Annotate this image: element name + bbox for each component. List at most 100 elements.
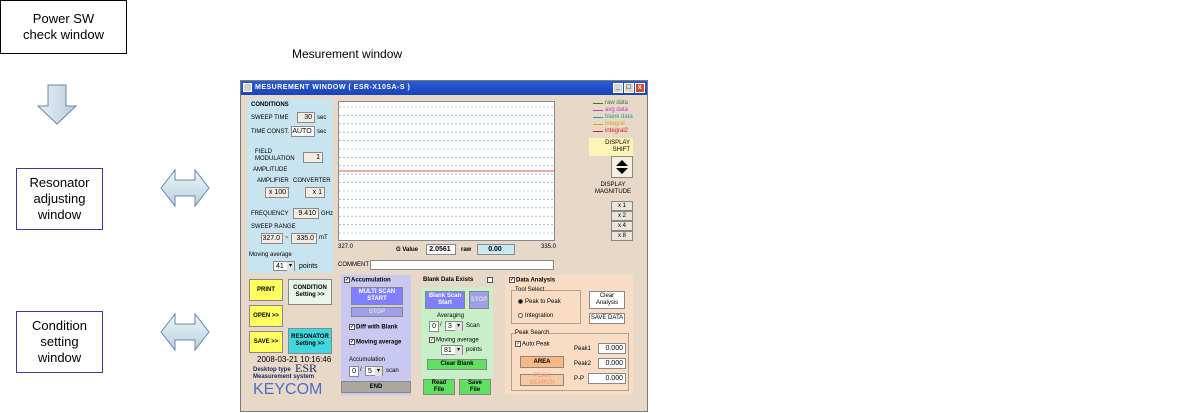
- blank-moving-average-dropdown[interactable]: 81: [441, 345, 463, 355]
- condition-setting-window-box: Condition setting window: [16, 311, 103, 373]
- data-analysis-heading: Data Analysis: [516, 277, 556, 284]
- sweep-range-to-field[interactable]: 335.0: [291, 233, 317, 244]
- legend-swatch: [593, 117, 603, 118]
- brand-line2: Measurement system: [253, 374, 315, 380]
- sweep-range-label: SWEEP RANGE: [251, 224, 296, 230]
- blank-inner-panel: Blank Scan Start STOP Averaging 0 / 3 Sc…: [421, 287, 493, 379]
- accum-moving-average-checkbox[interactable]: ✓ Moving average: [349, 339, 401, 347]
- sweep-time-field[interactable]: 30: [297, 112, 315, 123]
- field-mod-label: FIELD MODULATION: [255, 149, 295, 162]
- display-magnitude-label: DISPLAY MAGNITUDE: [595, 182, 631, 195]
- frequency-label: FREQUENCY: [251, 211, 289, 217]
- updown-arrow-icon: [616, 160, 628, 174]
- auto-peak-label: Auto Peak: [522, 341, 550, 348]
- peak-search-label: Peak Search: [515, 330, 550, 337]
- double-arrow-condition-icon: [160, 312, 210, 352]
- accumulation-stop-button[interactable]: STOP: [351, 307, 403, 317]
- blank-data-heading: Blank Data Exists: [423, 277, 474, 283]
- diff-with-blank-label: Diff with Blank: [356, 324, 398, 331]
- resonator-adjusting-window-box: Resonator adjusting window: [16, 168, 103, 230]
- peak-search-button[interactable]: PEAK SEARCH: [520, 373, 564, 386]
- blank-moving-average-checkbox[interactable]: ✓ Moving average: [429, 337, 479, 345]
- sweep-time-label: SWEEP TIME: [251, 115, 289, 121]
- amplitude-label: AMPLITUDE: [253, 167, 288, 173]
- peak2-label: Peak2: [574, 361, 592, 367]
- legend-swatch: [593, 103, 603, 104]
- integration-radio[interactable]: Integration: [518, 313, 553, 320]
- blank-stop-button[interactable]: STOP: [469, 291, 489, 309]
- accumulation-unit: scan: [386, 368, 399, 374]
- accum-moving-average-label: Moving average: [356, 339, 402, 346]
- raw-value-field: 0.00: [477, 244, 515, 255]
- peak-to-peak-label: Peak to Peak: [525, 299, 561, 306]
- legend-swatch: [593, 110, 603, 111]
- accumulation-panel: ✓ Accumulation MULTI SCAN START STOP ✓ Dif…: [341, 275, 411, 395]
- diff-with-blank-checkbox[interactable]: ✓ Diff with Blank: [349, 324, 398, 332]
- magnitude-button[interactable]: x 1: [611, 201, 633, 211]
- frequency-field[interactable]: 9.410: [293, 208, 319, 219]
- save-data-button[interactable]: SAVE DATA: [589, 313, 625, 324]
- frequency-unit: GHz: [321, 211, 333, 217]
- condition-box-label: Condition setting window: [32, 318, 87, 365]
- blank-data-exists-checkbox[interactable]: [487, 277, 493, 283]
- averaging-total-dropdown[interactable]: 3: [445, 321, 463, 331]
- minimize-button[interactable]: _: [613, 83, 623, 93]
- accumulation-total-dropdown[interactable]: 5: [365, 366, 383, 376]
- pp-field: 0.000: [588, 373, 626, 384]
- auto-peak-checkbox[interactable]: ✓ Auto Peak: [515, 341, 550, 349]
- spectrum-plot: [338, 101, 555, 241]
- save-button[interactable]: SAVE >>: [249, 331, 283, 353]
- magnitude-button[interactable]: x 2: [611, 211, 633, 221]
- g-value-label: G Value: [396, 247, 419, 253]
- time-const-unit: sec: [317, 129, 327, 135]
- moving-average-dropdown[interactable]: 41: [273, 261, 295, 271]
- open-button[interactable]: OPEN >>: [249, 305, 283, 327]
- condition-setting-button[interactable]: CONDITION Setting >>: [288, 279, 332, 305]
- peak1-field: 0.000: [598, 343, 626, 354]
- clear-blank-button[interactable]: Clear Blank: [427, 359, 487, 370]
- down-arrow-icon: [36, 84, 78, 125]
- double-arrow-resonator-icon: [160, 168, 210, 208]
- read-file-button[interactable]: Read File: [423, 379, 455, 395]
- shift-updown-button[interactable]: [611, 156, 633, 178]
- area-button[interactable]: AREA: [520, 356, 564, 368]
- keycom-logo: KEYCOM: [253, 381, 323, 398]
- accumulation-heading: ✓ Accumulation: [344, 277, 391, 284]
- multi-scan-start-button[interactable]: MULTI SCAN START: [351, 287, 403, 305]
- peak-to-peak-radio[interactable]: Peak to Peak: [518, 299, 561, 306]
- title-bar: MESUREMENT WINDOW ( ESR-X10SA-S ) _ □ x: [241, 81, 647, 95]
- magnitude-button[interactable]: x 4: [611, 221, 633, 231]
- peak1-label: Peak1: [574, 346, 592, 352]
- converter-label: CONVERTER: [293, 178, 331, 184]
- moving-average-panel: Moving average 41 points: [247, 251, 333, 273]
- accumulation-done-field: 0: [349, 366, 359, 377]
- legend-item: avg data: [605, 107, 629, 113]
- data-analysis-panel: ✓ Data Analysis Tool Select Peak to Peak …: [505, 275, 633, 395]
- magnitude-button[interactable]: x 8: [611, 231, 633, 241]
- close-button[interactable]: x: [635, 83, 645, 93]
- end-button[interactable]: END: [341, 381, 411, 393]
- resonator-setting-button[interactable]: RESONATOR Setting >>: [288, 328, 332, 354]
- amplifier-label: AMPLIFIER: [257, 178, 289, 184]
- sweep-range-from-field[interactable]: 327.0: [261, 233, 283, 244]
- data-analysis-checkbox[interactable]: ✓ Data Analysis: [509, 277, 555, 285]
- display-shift-box: DISPLAY SHIFT: [589, 138, 633, 156]
- app-icon: [243, 83, 252, 92]
- converter-field[interactable]: x 1: [305, 187, 325, 198]
- amplifier-field[interactable]: x 100: [265, 187, 289, 198]
- clear-analysis-button[interactable]: Clear Analysis: [589, 291, 625, 309]
- accumulation-count-label: Accumulation: [349, 357, 386, 363]
- blank-moving-average-unit: points: [466, 347, 483, 353]
- time-const-field[interactable]: AUTO: [291, 126, 315, 137]
- measurement-window: MESUREMENT WINDOW ( ESR-X10SA-S ) _ □ x …: [240, 80, 648, 412]
- averaging-done-field: 0: [429, 321, 439, 332]
- blank-scan-start-button[interactable]: Blank Scan Start: [425, 291, 465, 309]
- comment-input[interactable]: [370, 260, 554, 270]
- print-button[interactable]: PRINT: [249, 279, 283, 301]
- moving-average-unit: points: [299, 263, 318, 270]
- maximize-button[interactable]: □: [624, 83, 634, 93]
- save-file-button[interactable]: Save File: [459, 379, 491, 395]
- field-mod-field[interactable]: 1: [303, 152, 323, 163]
- sweep-range-separator: ~: [285, 235, 289, 241]
- power-box-label: Power SW check window: [23, 11, 104, 42]
